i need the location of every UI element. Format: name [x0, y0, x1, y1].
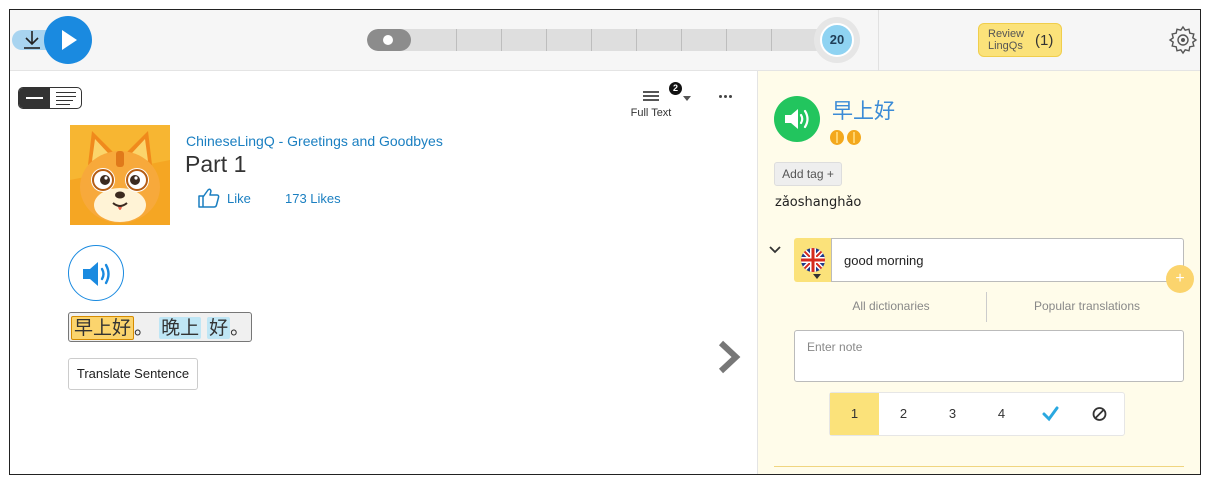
- progress-knob[interactable]: [383, 35, 393, 45]
- punctuation: 。: [230, 317, 250, 339]
- download-icon[interactable]: [20, 29, 44, 51]
- sentence-text: 早上好。 晚上 好。: [68, 312, 253, 342]
- progress-count-badge: 20: [814, 17, 860, 63]
- tab-divider: [986, 292, 987, 322]
- punctuation: 。: [134, 317, 154, 339]
- progress-segment: [636, 29, 637, 51]
- status-4-button[interactable]: 4: [977, 393, 1026, 435]
- likes-count-link[interactable]: 173 Likes: [285, 191, 341, 206]
- uk-flag-icon: [801, 248, 825, 272]
- lesson-progress-bar[interactable]: [367, 29, 827, 51]
- language-selector[interactable]: [794, 238, 832, 282]
- more-options-icon[interactable]: [719, 94, 735, 100]
- view-mode-label: Full Text: [630, 107, 672, 119]
- hint-input[interactable]: [831, 238, 1184, 282]
- review-label: Review LingQs: [988, 28, 1025, 52]
- tab-popular-translations[interactable]: Popular translations: [990, 299, 1184, 313]
- word-known[interactable]: 晚上: [159, 317, 202, 339]
- speaker-icon: [785, 109, 809, 129]
- course-thumbnail: [70, 125, 170, 225]
- sentence-audio-button[interactable]: [68, 245, 124, 301]
- gear-icon[interactable]: [1167, 24, 1199, 56]
- add-hint-button[interactable]: +: [1166, 265, 1194, 293]
- status-2-button[interactable]: 2: [879, 393, 928, 435]
- progress-segment: [681, 29, 682, 51]
- chevron-down-icon: [813, 274, 821, 279]
- view-mode-badge: 2: [669, 82, 682, 95]
- progress-segment: [771, 29, 772, 51]
- progress-segment: [501, 29, 502, 51]
- like-link[interactable]: Like: [227, 191, 251, 206]
- word-lingq-selected[interactable]: 早上好: [71, 316, 135, 340]
- course-title-link[interactable]: ChineseLingQ - Greetings and Goodbyes: [186, 133, 443, 149]
- word-known[interactable]: 好: [207, 317, 231, 339]
- progress-segment: [726, 29, 727, 51]
- add-tag-button[interactable]: Add tag +: [774, 162, 842, 186]
- word-pinyin: zǎoshanghǎo: [775, 195, 862, 210]
- coins-icon: [830, 130, 864, 146]
- thumbs-up-icon[interactable]: [197, 187, 221, 209]
- note-field[interactable]: [794, 330, 1184, 382]
- play-button[interactable]: [44, 16, 92, 64]
- full-text-icon: [643, 91, 659, 105]
- word-status-selector: 1 2 3 4: [829, 392, 1125, 436]
- word-term: 早上好: [832, 99, 895, 123]
- lesson-title: Part 1: [185, 151, 247, 177]
- progress-segment: [591, 29, 592, 51]
- tab-all-dictionaries[interactable]: All dictionaries: [794, 299, 988, 313]
- chevron-right-icon[interactable]: [716, 340, 742, 374]
- play-icon: [62, 30, 77, 50]
- chevron-down-icon[interactable]: [769, 241, 781, 254]
- dictionary-tabs: All dictionaries Popular translations: [794, 292, 1184, 322]
- hint-row: [794, 238, 1184, 282]
- topbar-divider: [878, 10, 879, 71]
- word-audio-button[interactable]: [774, 96, 820, 142]
- status-1-button[interactable]: 1: [830, 393, 879, 435]
- sentence-mode-option[interactable]: [19, 88, 50, 108]
- word-details-panel: 早上好 Add tag + zǎoshanghǎo good morning +…: [757, 71, 1200, 474]
- checkmark-icon[interactable]: [1026, 393, 1075, 435]
- status-3-button[interactable]: 3: [928, 393, 977, 435]
- layout-toggle[interactable]: [18, 87, 82, 109]
- translate-sentence-button[interactable]: Translate Sentence: [68, 358, 198, 390]
- top-bar: 20 Review LingQs (1): [10, 10, 1200, 71]
- lesson-reader-window: 20 Review LingQs (1) 2 Full Text Chinese…: [9, 9, 1201, 475]
- progress-count: 20: [820, 23, 854, 57]
- speaker-icon: [83, 262, 110, 286]
- coin-icon: [847, 130, 861, 145]
- progress-segment: [456, 29, 457, 51]
- ignore-icon[interactable]: [1075, 393, 1124, 435]
- chevron-down-icon: [683, 96, 691, 101]
- progress-segment: [546, 29, 547, 51]
- panel-divider: [774, 466, 1184, 467]
- review-lingqs-button[interactable]: Review LingQs (1): [978, 23, 1062, 57]
- coin-icon: [830, 130, 844, 145]
- view-mode-dropdown[interactable]: 2 Full Text: [622, 82, 692, 122]
- review-count: (1): [1035, 32, 1054, 49]
